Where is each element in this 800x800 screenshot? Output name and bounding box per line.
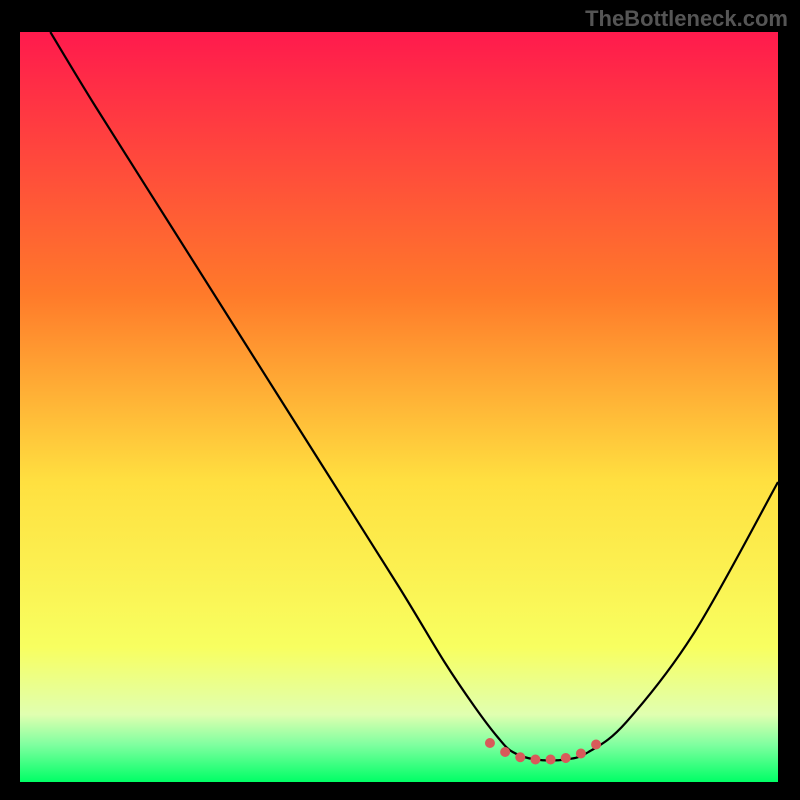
marker-dot [546, 755, 556, 765]
watermark-text: TheBottleneck.com [585, 6, 788, 32]
marker-dot [576, 749, 586, 759]
marker-dot [530, 755, 540, 765]
plot-area [20, 32, 778, 782]
chart-container: TheBottleneck.com [0, 0, 800, 800]
marker-dot [500, 747, 510, 757]
marker-dot [561, 753, 571, 763]
chart-svg [20, 32, 778, 782]
marker-dot [515, 752, 525, 762]
marker-dot [485, 738, 495, 748]
gradient-background [20, 32, 778, 782]
marker-dot [591, 740, 601, 750]
